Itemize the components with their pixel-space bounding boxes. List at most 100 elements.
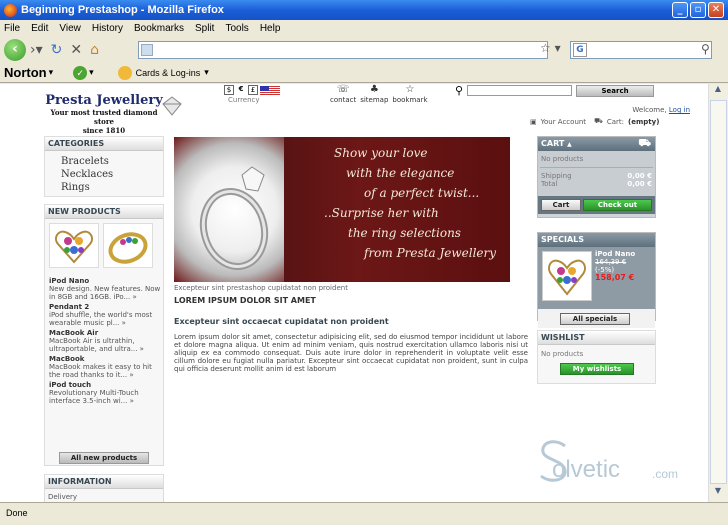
new-product-name[interactable]: MacBook Air [49, 329, 161, 337]
bookmark-star-icon[interactable]: ☆ ▾ [540, 41, 561, 55]
content-body: Lorem ipsum dolor sit amet, consectetur … [174, 333, 528, 373]
login-link[interactable]: Log in [669, 106, 690, 114]
back-button[interactable]: ‹ [4, 39, 26, 61]
new-product-desc: MacBook Air is ultrathin, ultraportable,… [49, 337, 144, 353]
menu-edit[interactable]: Edit [31, 23, 48, 34]
url-bar[interactable] [138, 41, 548, 59]
checkout-button[interactable]: Check out [583, 199, 652, 211]
content-subheading: Excepteur sint occaecat cupidatat non pr… [174, 317, 389, 326]
google-icon: G [573, 43, 587, 57]
search-button[interactable]: Search [576, 84, 655, 97]
search-icon[interactable]: ⚲ [701, 42, 710, 56]
cart-body: No products Shipping 0,00 € Total 0,00 € C… [538, 151, 655, 214]
check-dropdown-icon[interactable]: ▾ [89, 67, 94, 78]
stop-icon[interactable]: ✕ [70, 42, 82, 58]
cart-toggle-icon[interactable]: ▲ [567, 141, 572, 148]
wishlist-block: WISHLIST No products My wishlists [537, 330, 656, 384]
category-necklaces[interactable]: Necklaces [61, 168, 163, 181]
special-old-price: 164,39 € [595, 258, 627, 266]
your-account-link[interactable]: Your Account [541, 118, 586, 126]
banner-line: from Presta Jewellery [364, 246, 497, 260]
cart-button[interactable]: Cart [541, 199, 581, 211]
currency-dollar[interactable]: $ [224, 85, 234, 95]
sitemap-link[interactable]: ♣ sitemap [360, 84, 388, 104]
cart-header[interactable]: CART ▲ ⛟ [538, 137, 655, 151]
information-block: INFORMATION Delivery [44, 474, 164, 502]
home-icon[interactable]: ⌂ [90, 42, 99, 58]
new-products-list: iPod Nano New design. New features. Now … [49, 275, 161, 405]
special-product: iPod Nano 164,39 € (-5%) 158,07 € [538, 247, 655, 309]
new-product-image-1[interactable] [49, 223, 99, 268]
menu-bookmarks[interactable]: Bookmarks [134, 23, 184, 34]
categories-title: CATEGORIES [45, 137, 163, 151]
site-icon [141, 44, 153, 56]
cart-shipping-label: Shipping [541, 172, 572, 180]
special-new-price: 158,07 € [595, 273, 635, 282]
us-flag-icon[interactable] [260, 85, 280, 95]
special-product-name[interactable]: iPod Nano [595, 250, 635, 258]
contact-label: contact [330, 96, 357, 104]
currency-label: Currency [228, 96, 260, 104]
new-product-name[interactable]: iPod touch [49, 381, 161, 389]
new-product-desc: iPod shuffle, the world's most wearable … [49, 311, 153, 327]
cards-icon [117, 65, 132, 80]
star-icon: ☆ [405, 84, 415, 95]
menu-tools[interactable]: Tools [225, 23, 248, 34]
contact-link[interactable]: ☏ contact [330, 84, 356, 104]
category-bracelets[interactable]: Bracelets [61, 155, 163, 168]
ring-image [174, 137, 284, 282]
minimize-button[interactable]: _ [672, 2, 688, 18]
special-product-image[interactable] [542, 251, 592, 301]
promo-banner[interactable]: Show your love with the elegance of a pe… [174, 137, 510, 282]
heart-pendant-icon [55, 230, 93, 264]
my-wishlists-button[interactable]: My wishlists [560, 363, 634, 375]
information-delivery-link[interactable]: Delivery [45, 489, 163, 502]
cart-no-products: No products [538, 155, 655, 163]
shop-logo[interactable]: Presta Jewellery Your most trusted diamo… [44, 93, 164, 135]
cart-total-label: Total [541, 180, 558, 188]
new-product-desc: New design. New features. Now in 8GB and… [49, 285, 161, 301]
bookmark-label: bookmark [392, 96, 428, 104]
new-product-desc: Revolutionary Multi-Touch interface 3.5-… [49, 389, 139, 405]
firefox-icon [4, 3, 17, 17]
menu-help[interactable]: Help [260, 23, 281, 34]
menu-history[interactable]: History [92, 23, 123, 34]
search-magnifier-icon: ⚲ [455, 84, 464, 97]
new-product-name[interactable]: iPod Nano [49, 277, 161, 285]
norton-logo[interactable]: Norton [4, 65, 47, 80]
new-product-image-2[interactable] [103, 223, 153, 268]
currency-pound[interactable]: £ [248, 85, 258, 95]
scroll-up-icon[interactable]: ▲ [709, 84, 727, 100]
scroll-down-icon[interactable]: ▼ [709, 486, 727, 502]
vertical-scrollbar[interactable]: ▲ ▼ [708, 84, 728, 502]
browser-search-input[interactable]: G [570, 41, 712, 59]
banner-line: the ring selections [348, 226, 461, 240]
menu-view[interactable]: View [59, 23, 81, 34]
new-product-name[interactable]: MacBook [49, 355, 161, 363]
bookmark-link[interactable]: ☆ bookmark [392, 84, 427, 104]
new-product-name[interactable]: Pendant 2 [49, 303, 161, 311]
norton-dropdown-icon[interactable]: ▾ [49, 67, 54, 78]
welcome-text: Welcome, [632, 106, 667, 114]
banner-line: with the elegance [346, 166, 455, 180]
header-links: ☏ contact ♣ sitemap ☆ bookmark [330, 84, 428, 104]
sitemap-label: sitemap [360, 96, 389, 104]
shop-search-input[interactable] [467, 85, 573, 96]
scroll-thumb[interactable] [710, 100, 727, 484]
maximize-button[interactable]: ▫ [690, 2, 706, 18]
cart-block: CART ▲ ⛟ No products Shipping 0,00 € Tota… [537, 136, 656, 218]
all-new-products-button[interactable]: All new products [59, 452, 149, 464]
watermark-suffix: .com [652, 467, 679, 481]
banner-line: ..Surprise her with [324, 206, 439, 220]
menu-file[interactable]: File [4, 23, 20, 34]
cards-logins-button[interactable]: Cards & Log-ins ▾ [117, 65, 209, 80]
menu-split[interactable]: Split [195, 23, 214, 34]
close-button[interactable]: ✕ [708, 2, 724, 18]
currency-euro[interactable]: € [236, 85, 246, 95]
category-rings[interactable]: Rings [61, 181, 163, 194]
norton-check-icon[interactable]: ✓ [73, 65, 88, 80]
all-specials-button[interactable]: All specials [560, 313, 630, 325]
reload-icon[interactable]: ↻ [51, 42, 63, 58]
cart-label[interactable]: Cart: [607, 118, 624, 126]
forward-icon[interactable]: ›▾ [30, 42, 43, 58]
